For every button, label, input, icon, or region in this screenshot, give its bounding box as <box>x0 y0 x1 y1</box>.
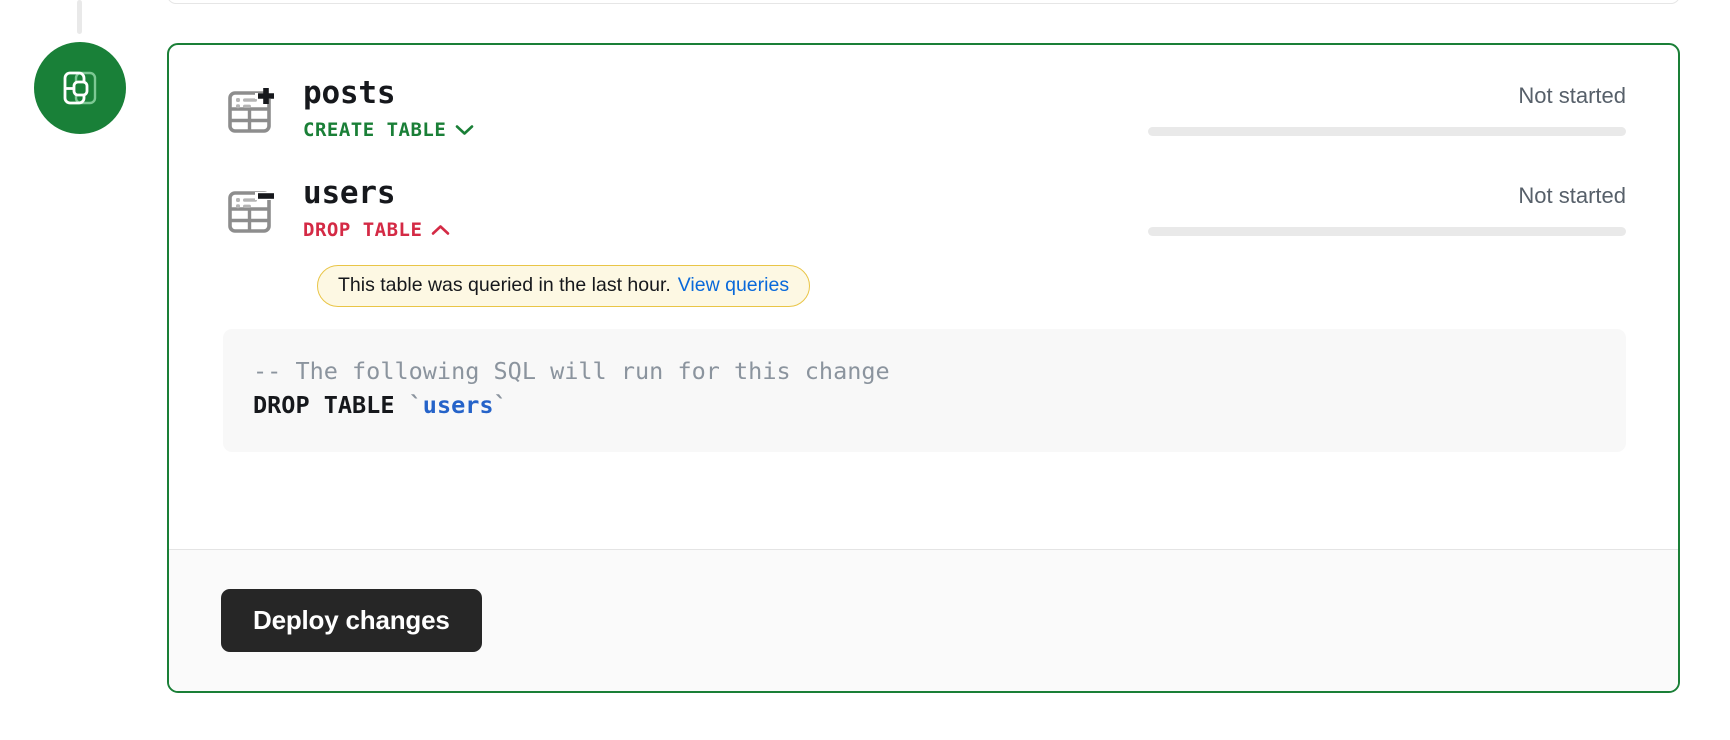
progress-bar <box>1148 127 1626 136</box>
table-name: posts <box>303 75 396 111</box>
status-text: Not started <box>1518 83 1626 108</box>
pending-changes-card: posts CREATE TABLE Not started users DRO… <box>167 43 1680 693</box>
sql-comment: -- The following SQL will run for this c… <box>253 357 890 386</box>
query-warning-banner: This table was queried in the last hour.… <box>317 265 811 308</box>
chevron-up-icon <box>431 224 450 236</box>
database-branch-badge[interactable] <box>34 42 126 134</box>
warning-message: This table was queried in the last hour. <box>338 274 671 296</box>
operation-label: CREATE TABLE <box>303 118 447 141</box>
sql-keyword: DROP TABLE <box>253 390 395 419</box>
change-row: posts CREATE TABLE Not started <box>221 77 1626 143</box>
change-details: posts CREATE TABLE <box>303 77 663 141</box>
vertical-connector-line <box>77 0 82 34</box>
sql-backtick-open: ` <box>408 390 423 419</box>
change-details: users DROP TABLE <box>303 177 663 241</box>
progress-bar <box>1148 227 1626 236</box>
table-remove-icon <box>221 181 283 243</box>
previous-card-stub <box>167 0 1680 4</box>
chevron-down-icon <box>455 124 474 136</box>
change-row: users DROP TABLE Not started <box>221 177 1626 243</box>
change-status: Not started <box>663 77 1626 136</box>
changes-list: posts CREATE TABLE Not started users DRO… <box>169 45 1678 482</box>
change-status: Not started <box>663 177 1626 236</box>
sql-identifier: users <box>422 390 494 419</box>
sql-preview-block: -- The following SQL will run for this c… <box>223 329 1626 453</box>
app-root: posts CREATE TABLE Not started users DRO… <box>0 0 1730 740</box>
operation-label: DROP TABLE <box>303 218 423 241</box>
status-text: Not started <box>1518 183 1626 208</box>
sql-backtick-close: ` <box>493 390 508 419</box>
operation-toggle-create-table[interactable]: CREATE TABLE <box>303 119 474 141</box>
table-name: users <box>303 175 396 211</box>
card-footer: Deploy changes <box>169 549 1678 691</box>
deploy-changes-button[interactable]: Deploy changes <box>221 589 482 652</box>
table-add-icon <box>221 81 283 143</box>
database-branch-icon <box>57 65 103 111</box>
view-queries-link[interactable]: View queries <box>678 274 789 297</box>
operation-toggle-drop-table[interactable]: DROP TABLE <box>303 219 450 241</box>
